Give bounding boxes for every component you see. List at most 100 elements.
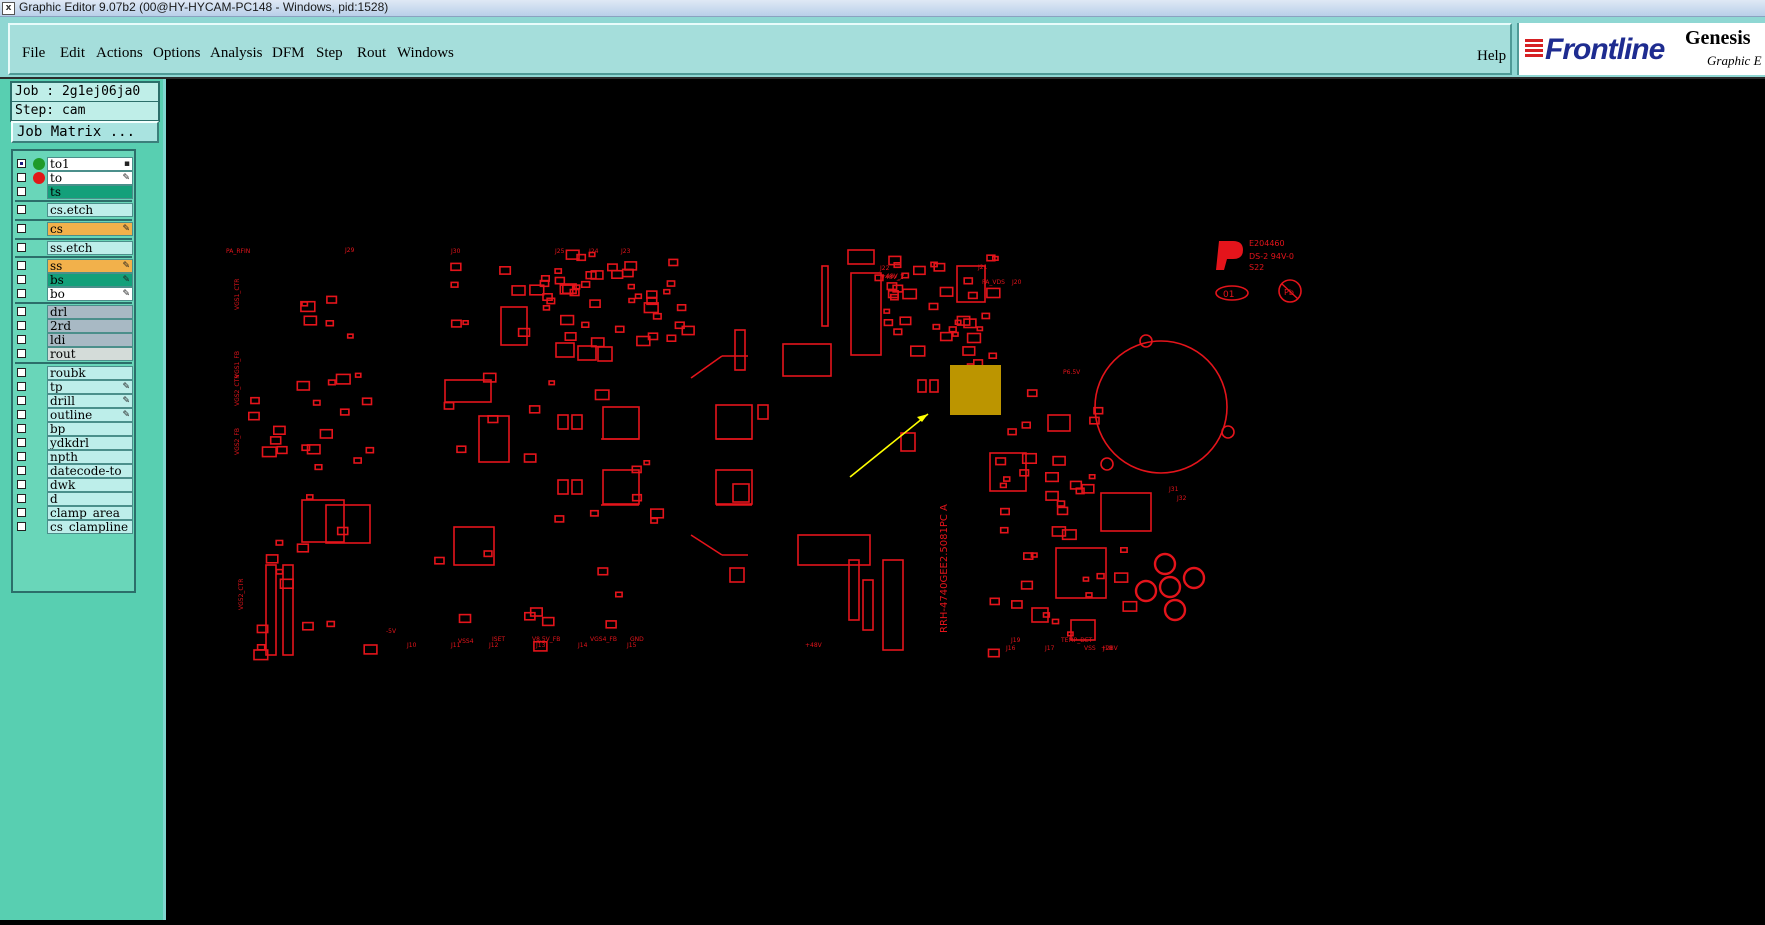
layer-row-to[interactable]: to ✎: [15, 171, 133, 185]
menu-windows[interactable]: Windows: [397, 45, 454, 62]
graphic-canvas[interactable]: PA_RFIN J29 J30 J25 J24 J23 VGS1_CTR VGS1_FB VGS…: [163, 79, 1765, 920]
menu-rout[interactable]: Rout: [357, 45, 386, 62]
layer-checkbox[interactable]: [17, 382, 26, 391]
window-title-bar[interactable]: x Graphic Editor 9.07b2 (00@HY-HYCAM-PC1…: [0, 0, 1765, 17]
layer-name[interactable]: cs_clampline: [47, 520, 133, 534]
layer-checkbox[interactable]: [17, 522, 26, 531]
layer-checkbox[interactable]: [17, 159, 26, 168]
layer-row-cs.etch[interactable]: cs.etch: [15, 203, 133, 217]
layer-name[interactable]: d: [47, 492, 133, 506]
layer-checkbox[interactable]: [17, 424, 26, 433]
layer-row-outline[interactable]: outline ✎: [15, 408, 133, 422]
layer-row-rout[interactable]: rout: [15, 347, 133, 361]
pad-outline: [517, 327, 531, 338]
layer-row-bo[interactable]: bo ✎: [15, 287, 133, 301]
layer-name[interactable]: bo ✎: [47, 287, 133, 301]
layer-checkbox[interactable]: [17, 224, 26, 233]
board-label: J25: [554, 248, 565, 255]
layer-row-npth[interactable]: npth: [15, 450, 133, 464]
layer-checkbox[interactable]: [17, 508, 26, 517]
layer-row-cs[interactable]: cs ✎: [15, 222, 133, 236]
layer-checkbox[interactable]: [17, 452, 26, 461]
layer-name[interactable]: bp: [47, 422, 133, 436]
layer-name[interactable]: npth: [47, 450, 133, 464]
layer-name[interactable]: roubk: [47, 366, 133, 380]
layer-row-roubk[interactable]: roubk: [15, 366, 133, 380]
layer-name[interactable]: ldi: [47, 333, 133, 347]
layer-name[interactable]: drl: [47, 305, 133, 319]
layer-name[interactable]: datecode-to: [47, 464, 133, 478]
layer-row-ss[interactable]: ss ✎: [15, 259, 133, 273]
layer-checkbox[interactable]: [17, 187, 26, 196]
job-matrix-button[interactable]: Job Matrix ...: [11, 121, 159, 143]
layer-checkbox[interactable]: [17, 275, 26, 284]
layer-checkbox[interactable]: [17, 243, 26, 252]
layer-group-divider: [15, 256, 132, 258]
layer-checkbox[interactable]: [17, 466, 26, 475]
layer-checkbox[interactable]: [17, 261, 26, 270]
layer-row-to1[interactable]: to1 ▪: [15, 157, 133, 171]
layer-checkbox[interactable]: [17, 494, 26, 503]
layer-name[interactable]: cs ✎: [47, 222, 133, 236]
menu-actions[interactable]: Actions: [96, 45, 143, 62]
layer-name[interactable]: ydkdrl: [47, 436, 133, 450]
board-label: VGS2_FB: [234, 428, 241, 455]
layer-name[interactable]: to1 ▪: [47, 157, 133, 171]
layer-checkbox[interactable]: [17, 438, 26, 447]
layer-name[interactable]: ss.etch: [47, 241, 133, 255]
layer-checkbox[interactable]: [17, 321, 26, 330]
layer-checkbox[interactable]: [17, 410, 26, 419]
pad-outline: [666, 280, 676, 287]
menu-help[interactable]: Help: [1477, 48, 1506, 65]
layer-row-bp[interactable]: bp: [15, 422, 133, 436]
layer-row-2rd[interactable]: 2rd: [15, 319, 133, 333]
layer-row-dwk[interactable]: dwk: [15, 478, 133, 492]
layer-row-ydkdrl[interactable]: ydkdrl: [15, 436, 133, 450]
connector-outline: [850, 272, 882, 356]
layer-name[interactable]: dwk: [47, 478, 133, 492]
layer-row-d[interactable]: d: [15, 492, 133, 506]
layer-checkbox[interactable]: [17, 335, 26, 344]
layer-name[interactable]: bs ✎: [47, 273, 133, 287]
layer-checkbox[interactable]: [17, 396, 26, 405]
menu-step[interactable]: Step: [316, 45, 343, 62]
layer-row-drl[interactable]: drl: [15, 305, 133, 319]
layer-row-ts[interactable]: ts: [15, 185, 133, 199]
menu-bar: File Edit Actions Options Analysis DFM S…: [0, 17, 1765, 77]
layer-name[interactable]: ss ✎: [47, 259, 133, 273]
layer-name[interactable]: 2rd: [47, 319, 133, 333]
layer-checkbox[interactable]: [17, 480, 26, 489]
layer-row-datecode-to[interactable]: datecode-to: [15, 464, 133, 478]
layer-edit-icon: ✎: [122, 224, 130, 234]
layer-checkbox[interactable]: [17, 307, 26, 316]
pad-outline: [580, 280, 591, 289]
layer-name[interactable]: cs.etch: [47, 203, 133, 217]
menu-analysis[interactable]: Analysis: [210, 45, 263, 62]
layer-row-bs[interactable]: bs ✎: [15, 273, 133, 287]
layer-row-drill[interactable]: drill ✎: [15, 394, 133, 408]
layer-name[interactable]: clamp_area: [47, 506, 133, 520]
layer-name[interactable]: outline ✎: [47, 408, 133, 422]
layer-row-clamp_area[interactable]: clamp_area: [15, 506, 133, 520]
menu-file[interactable]: File: [22, 45, 45, 62]
layer-name[interactable]: rout: [47, 347, 133, 361]
layer-checkbox[interactable]: [17, 289, 26, 298]
pad-outline: [666, 334, 677, 342]
layer-checkbox[interactable]: [17, 173, 26, 182]
layer-checkbox[interactable]: [17, 349, 26, 358]
layer-checkbox[interactable]: [17, 368, 26, 377]
menu-dfm[interactable]: DFM: [272, 45, 305, 62]
board-label: VGS1_CTR: [234, 279, 241, 310]
layer-row-ldi[interactable]: ldi: [15, 333, 133, 347]
pad-outline: [528, 405, 541, 414]
menu-options[interactable]: Options: [153, 45, 201, 62]
layer-row-tp[interactable]: tp ✎: [15, 380, 133, 394]
layer-row-ss.etch[interactable]: ss.etch: [15, 241, 133, 255]
layer-name[interactable]: ts: [47, 185, 133, 199]
layer-name[interactable]: tp ✎: [47, 380, 133, 394]
layer-name[interactable]: to ✎: [47, 171, 133, 185]
menu-edit[interactable]: Edit: [60, 45, 85, 62]
layer-name[interactable]: drill ✎: [47, 394, 133, 408]
layer-checkbox[interactable]: [17, 205, 26, 214]
layer-row-cs_clampline[interactable]: cs_clampline: [15, 520, 133, 534]
